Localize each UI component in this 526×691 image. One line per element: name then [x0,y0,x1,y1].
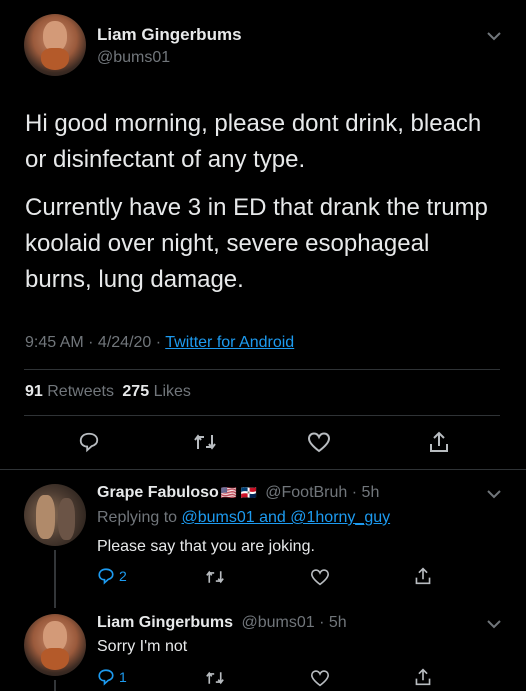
replying-to: Replying to @bums01 and @1horny_guy [97,509,390,527]
author-handle[interactable]: @bums01 [97,49,170,67]
reply-author-name[interactable]: Grape Fabuloso [97,484,219,501]
retweet-icon[interactable] [193,431,217,453]
likes-count[interactable]: 275 [122,383,149,400]
retweet-icon[interactable] [205,568,225,586]
reply-header: Liam Gingerbums @bums01 · 5h [97,614,347,632]
reply-count: 1 [119,669,127,685]
tweet-date: 4/24/20 [97,334,152,351]
divider [0,469,526,470]
tweet-meta: 9:45 AM · 4/24/20 · Twitter for Android [25,334,295,351]
retweets-count[interactable]: 91 [25,383,43,400]
avatar[interactable] [24,614,86,676]
reply-icon[interactable] [97,567,115,585]
reply-time: · 5h [351,484,380,501]
replying-to-users[interactable]: @bums01 and @1horny_guy [182,509,391,526]
reply-time: · 5h [319,614,347,631]
reply-count: 2 [119,568,127,584]
chevron-down-icon[interactable] [486,30,502,42]
divider [24,415,500,416]
likes-label[interactable]: Likes [154,383,191,400]
like-icon[interactable] [307,431,331,453]
tweet-paragraph-2: Currently have 3 in ED that drank the tr… [25,194,488,293]
reply-text: Sorry I'm not [97,638,188,655]
reply-icon[interactable] [97,668,115,686]
tweet-time: 9:45 AM [25,334,84,351]
reply-icon[interactable] [78,431,100,453]
reply-header: Grape Fabuloso 🇺🇸 🇩🇴 @FootBruh · 5h [97,484,379,502]
retweet-icon[interactable] [205,669,225,687]
like-icon[interactable] [310,568,330,586]
reply-text: Please say that you are joking. [97,538,315,555]
tweet-text: Hi good morning, please dont drink, blea… [25,106,495,298]
author-flags: 🇺🇸 🇩🇴 [220,485,257,500]
thread-line [54,680,56,691]
avatar[interactable] [24,14,86,76]
tweet-paragraph-1: Hi good morning, please dont drink, blea… [25,110,482,173]
divider [24,369,500,370]
share-icon[interactable] [414,566,432,586]
replying-to-label: Replying to [97,509,178,526]
tweet-source-link[interactable]: Twitter for Android [165,334,294,351]
chevron-down-icon[interactable] [486,488,502,500]
share-icon[interactable] [428,430,450,454]
share-icon[interactable] [414,667,432,687]
like-icon[interactable] [310,669,330,687]
author-name[interactable]: Liam Gingerbums [97,25,242,45]
reply-author-name[interactable]: Liam Gingerbums [97,614,233,631]
chevron-down-icon[interactable] [486,618,502,630]
engagement-stats: 91 Retweets 275 Likes [25,383,191,401]
reply-author-handle[interactable]: @FootBruh [265,484,347,501]
thread-line [54,550,56,608]
avatar[interactable] [24,484,86,546]
retweets-label[interactable]: Retweets [47,383,114,400]
reply-author-handle[interactable]: @bums01 [241,614,314,631]
